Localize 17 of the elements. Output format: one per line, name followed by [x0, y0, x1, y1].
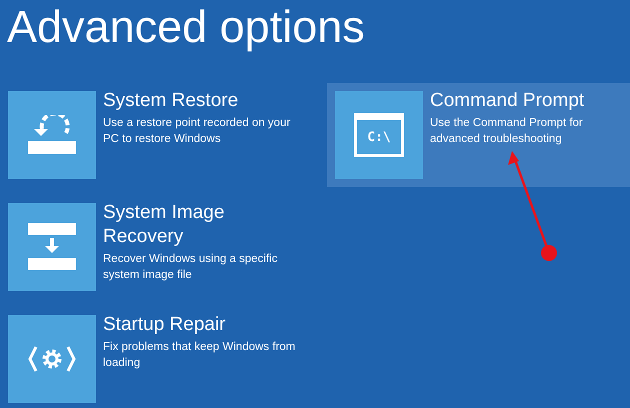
- option-tile[interactable]: Startup Repair Fix problems that keep Windows from loading: [0, 307, 327, 408]
- restore-drive-icon: [28, 115, 76, 155]
- prompt-label: C:\: [367, 130, 391, 144]
- drive-image-icon: [28, 223, 76, 271]
- option-description: Fix problems that keep Windows from loading: [103, 340, 296, 371]
- option-description: Recover Windows using a specific system image file: [103, 252, 278, 283]
- gear-brackets-icon: [28, 346, 76, 372]
- option-description: Use the Command Prompt for advanced troubleshooting: [430, 116, 584, 147]
- page-title: Advanced options: [6, 0, 366, 54]
- option-title: Command Prompt: [430, 89, 584, 113]
- option-tile[interactable]: System Restore Use a restore point recorded on your PC to restore Windows: [0, 83, 327, 187]
- option-tile[interactable]: C:\ Command Prompt Use the Command Prompt for advanced troubleshooting: [327, 83, 630, 187]
- option-tile[interactable]: System Image Recovery Recover Windows using a specific system image file: [0, 195, 327, 299]
- option-title: System Restore: [103, 89, 238, 113]
- option-title: Startup Repair: [103, 313, 226, 337]
- option-title: System Image Recovery: [103, 201, 226, 249]
- option-description: Use a restore point recorded on your PC to restore Windows: [103, 116, 292, 147]
